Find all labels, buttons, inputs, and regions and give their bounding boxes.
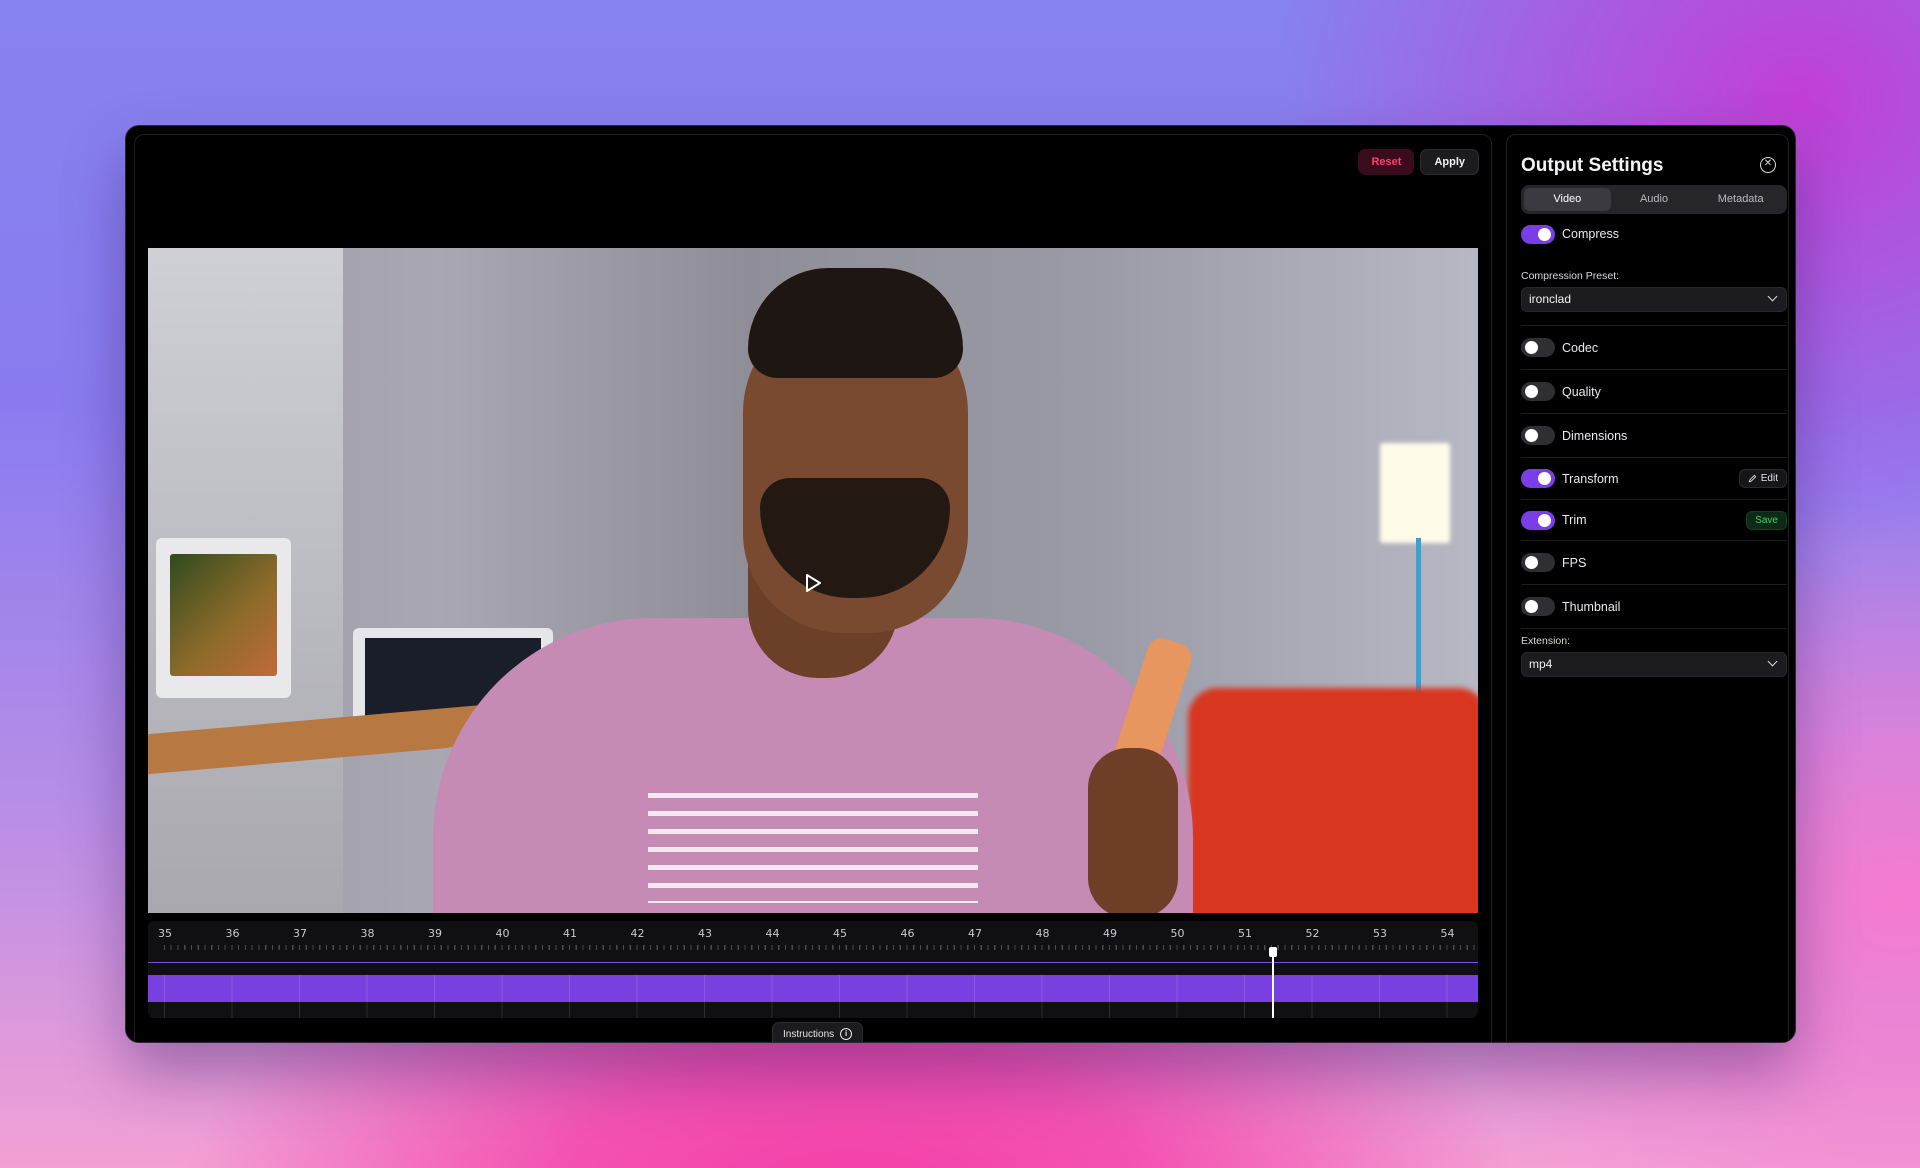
timeline-tick-label: 52 — [1305, 927, 1320, 940]
codec-toggle[interactable] — [1521, 338, 1555, 357]
video-scene-monitor — [156, 538, 291, 698]
video-scene-shirt-stripes — [648, 793, 978, 903]
edit-label: Edit — [1760, 473, 1778, 484]
extension-select[interactable]: mp4 — [1521, 652, 1787, 677]
extension-value: mp4 — [1529, 657, 1553, 671]
playhead-handle[interactable] — [1269, 947, 1277, 957]
video-scene-hand — [1088, 748, 1178, 913]
timeline-tick-label: 40 — [495, 927, 510, 940]
timeline-tick-label: 54 — [1440, 927, 1455, 940]
timeline-tick-label: 45 — [833, 927, 847, 940]
tab-video[interactable]: Video — [1524, 188, 1611, 211]
app-window: Reset Apply 35 36 37 38 39 40 41 42 43 44 45 46 47 — [125, 125, 1796, 1043]
extension-label: Extension: — [1521, 635, 1571, 647]
chevron-down-icon — [1767, 656, 1778, 667]
setting-row-trim: Trim Save — [1521, 500, 1787, 541]
play-icon[interactable] — [798, 568, 828, 598]
fps-label: FPS — [1562, 555, 1587, 570]
video-preview[interactable] — [148, 248, 1478, 913]
video-scene-lamp-pole — [1416, 538, 1421, 698]
pencil-icon — [1748, 474, 1757, 483]
panel-title: Output Settings — [1521, 155, 1664, 176]
settings-tabs: Video Audio Metadata — [1521, 185, 1787, 214]
timeline-tick-label: 49 — [1103, 927, 1117, 940]
info-icon: i — [840, 1028, 853, 1040]
thumbnail-label: Thumbnail — [1562, 599, 1621, 614]
timeline-tick-label: 50 — [1170, 927, 1185, 940]
video-scene-sofa — [1188, 688, 1478, 913]
instructions-label: Instructions — [783, 1028, 835, 1040]
quality-label: Quality — [1562, 384, 1601, 399]
timeline-tick-label: 51 — [1238, 927, 1252, 940]
tab-metadata[interactable]: Metadata — [1697, 188, 1784, 211]
timeline-tick-label: 53 — [1373, 927, 1387, 940]
compress-toggle[interactable] — [1521, 224, 1555, 244]
setting-row-thumbnail: Thumbnail — [1521, 585, 1787, 629]
editor-actions: Reset Apply — [1358, 149, 1479, 175]
tab-audio[interactable]: Audio — [1611, 188, 1698, 211]
codec-label: Codec — [1562, 340, 1599, 355]
editor-pane: Reset Apply 35 36 37 38 39 40 41 42 43 44 45 46 47 — [134, 134, 1492, 1042]
compression-preset-value: ironclad — [1529, 292, 1572, 306]
timeline-tick-label: 47 — [968, 927, 982, 940]
timeline-guide-line — [148, 962, 1478, 963]
compress-label: Compress — [1562, 227, 1619, 241]
timeline-tick-label: 37 — [293, 927, 307, 940]
instructions-button[interactable]: Instructions i — [772, 1022, 864, 1042]
compression-preset-label: Compression Preset: — [1521, 270, 1620, 282]
fps-toggle[interactable] — [1521, 553, 1555, 572]
reset-button[interactable]: Reset — [1358, 149, 1415, 175]
setting-row-quality: Quality — [1521, 370, 1787, 414]
timeline-tick-label: 42 — [630, 927, 645, 940]
video-scene-person-hair — [748, 268, 963, 378]
output-settings-panel: Output Settings ✕ Video Audio Metadata C… — [1506, 134, 1789, 1042]
timeline-tick-label: 38 — [360, 927, 375, 940]
timeline-tick-label: 36 — [225, 927, 240, 940]
timeline-minor-ticks — [164, 945, 1478, 950]
timeline-tick-label: 44 — [765, 927, 780, 940]
timeline[interactable]: 35 36 37 38 39 40 41 42 43 44 45 46 47 48 49 50 51 52 53 54 — [148, 921, 1478, 1018]
setting-row-codec: Codec — [1521, 326, 1787, 370]
setting-row-transform: Transform Edit — [1521, 458, 1787, 500]
trim-toggle[interactable] — [1521, 510, 1555, 530]
trim-label: Trim — [1562, 513, 1587, 527]
timeline-tick-label: 43 — [698, 927, 712, 940]
transform-label: Transform — [1562, 471, 1619, 486]
dimensions-toggle[interactable] — [1521, 426, 1555, 445]
timeline-tick-label: 48 — [1035, 927, 1050, 940]
playhead[interactable] — [1272, 949, 1274, 1018]
compression-preset-select[interactable]: ironclad — [1521, 287, 1787, 312]
setting-row-dimensions: Dimensions — [1521, 414, 1787, 458]
apply-button[interactable]: Apply — [1420, 149, 1479, 175]
timeline-tick-label: 35 — [158, 927, 172, 940]
chevron-down-icon — [1767, 291, 1778, 302]
timeline-track-grid — [164, 975, 1478, 1018]
setting-row-compress: Compress — [1521, 212, 1787, 256]
dimensions-label: Dimensions — [1562, 428, 1628, 443]
video-scene-lamp — [1380, 443, 1450, 543]
timeline-tick-label: 41 — [563, 927, 577, 940]
timeline-ruler: 35 36 37 38 39 40 41 42 43 44 45 46 47 48 49 50 51 52 53 54 — [148, 921, 1478, 961]
timeline-tick-label: 39 — [428, 927, 442, 940]
close-icon[interactable]: ✕ — [1760, 157, 1776, 173]
quality-toggle[interactable] — [1521, 382, 1555, 401]
setting-row-fps: FPS — [1521, 541, 1787, 585]
timeline-tick-label: 46 — [900, 927, 915, 940]
transform-toggle[interactable] — [1521, 469, 1555, 488]
transform-edit-button[interactable]: Edit — [1738, 469, 1787, 488]
thumbnail-toggle[interactable] — [1521, 597, 1555, 616]
trim-save-button[interactable]: Save — [1746, 510, 1787, 530]
